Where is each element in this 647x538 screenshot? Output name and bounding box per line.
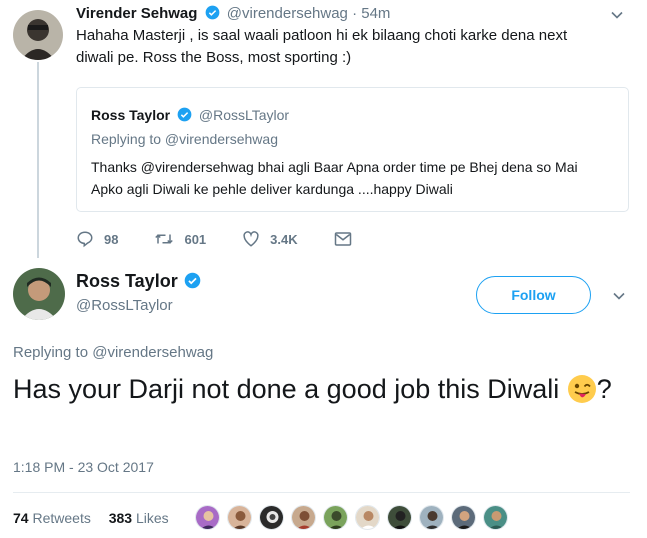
verified-badge-icon [205, 5, 219, 20]
verified-badge-icon [177, 107, 192, 122]
reply-icon [77, 231, 93, 248]
quoted-tweet[interactable]: Ross Taylor @RossLTaylor Replying to @vi… [76, 87, 629, 212]
tweet-text: Hahaha Masterji , is saal waali patloon … [76, 27, 568, 66]
retweets-stat[interactable]: 74 Retweets [13, 510, 91, 526]
author-name[interactable]: Virender Sehwag [76, 5, 197, 22]
like-count: 3.4K [270, 231, 298, 247]
liker-avatar[interactable] [323, 505, 348, 530]
tweet-text-end: ? [596, 374, 612, 404]
heart-icon [243, 231, 259, 247]
quoted-replying-to: Replying to @virendersehwag [91, 131, 278, 147]
envelope-icon [334, 232, 351, 246]
liker-avatar[interactable] [387, 505, 412, 530]
quoted-tweet-header: Ross Taylor @RossLTaylor [91, 106, 289, 124]
liker-avatar[interactable] [483, 505, 508, 530]
liker-avatar[interactable] [195, 505, 220, 530]
tweet-text-main: Has your Darji not done a good job this … [13, 374, 567, 404]
tweet-timestamp[interactable]: 1:18 PM - 23 Oct 2017 [13, 459, 154, 475]
liker-avatar[interactable] [451, 505, 476, 530]
tweet-actions: 98 601 3.4K [76, 229, 398, 249]
liker-avatar[interactable] [419, 505, 444, 530]
author-handle[interactable]: @virendersehwag [227, 5, 348, 22]
separator-dot: · [352, 5, 358, 22]
quoted-author-name: Ross Taylor [91, 107, 171, 123]
tweet-header: Virender Sehwag @virendersehwag · 54m [76, 5, 390, 23]
author-name[interactable]: Ross Taylor [76, 270, 204, 292]
author-name-text: Ross Taylor [76, 271, 178, 291]
liker-avatar[interactable] [259, 505, 284, 530]
verified-badge-icon [184, 272, 200, 289]
tweet-stats: 74 Retweets 383 Likes [13, 510, 183, 526]
retweet-icon [155, 234, 174, 244]
likers-avatars [195, 505, 515, 530]
tweet-time[interactable]: 54m [361, 5, 390, 22]
author-handle[interactable]: @RossLTaylor [76, 297, 173, 314]
liker-avatar[interactable] [227, 505, 252, 530]
tweet-text: Has your Darji not done a good job this … [13, 371, 613, 407]
quoted-tweet-text: Thanks @virendersehwag bhai agli Baar Ap… [91, 159, 578, 197]
replying-to: Replying to @virendersehwag [13, 344, 214, 361]
avatar[interactable] [13, 10, 63, 60]
liker-avatar[interactable] [291, 505, 316, 530]
retweet-count: 601 [184, 231, 207, 247]
retweets-count: 74 [13, 510, 29, 526]
avatar[interactable] [13, 268, 65, 320]
like-button[interactable]: 3.4K [242, 230, 298, 248]
likes-label: Likes [135, 510, 169, 526]
reply-count: 98 [104, 231, 119, 247]
liker-avatar[interactable] [355, 505, 380, 530]
reply-button[interactable]: 98 [76, 230, 118, 248]
thread-connector-line [37, 62, 39, 258]
winking-face-with-tongue-icon [567, 375, 596, 403]
divider [13, 492, 630, 493]
direct-message-button[interactable] [334, 231, 362, 247]
retweets-label: Retweets [32, 510, 91, 526]
retweet-button[interactable]: 601 [154, 230, 206, 248]
quoted-author-handle: @RossLTaylor [198, 107, 290, 123]
follow-button[interactable]: Follow [476, 276, 591, 314]
likes-count: 383 [108, 510, 133, 526]
chevron-down-icon[interactable] [612, 289, 626, 303]
likes-stat[interactable]: 383 Likes [109, 510, 169, 526]
chevron-down-icon[interactable] [610, 8, 624, 22]
